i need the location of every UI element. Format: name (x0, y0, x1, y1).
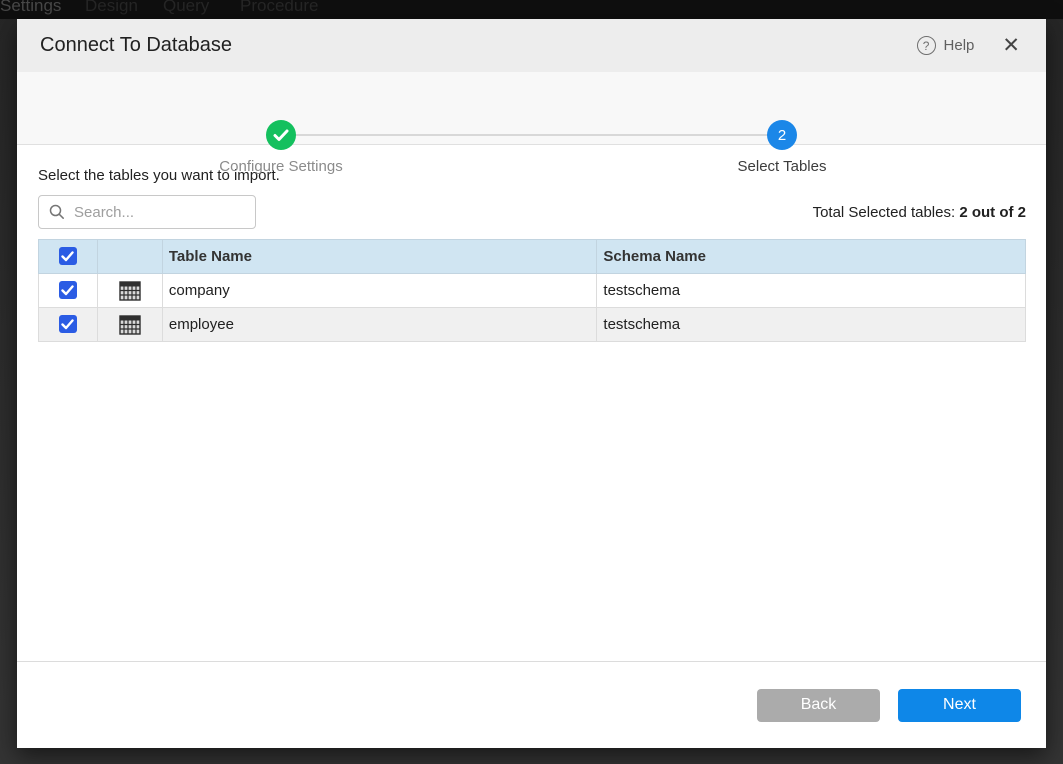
search-box[interactable] (38, 195, 256, 229)
header-table-name: Table Name (162, 240, 597, 274)
close-icon[interactable]: ✕ (1002, 35, 1020, 56)
table-header-row: Table Name Schema Name (39, 240, 1026, 274)
table-row[interactable]: employee testschema (39, 308, 1026, 342)
row-icon-cell (97, 308, 162, 342)
selection-summary-prefix: Total Selected tables: (813, 204, 960, 221)
menu-item-design[interactable]: Design (85, 0, 138, 16)
step-2-label: Select Tables (672, 158, 892, 175)
step-1-complete-icon[interactable] (266, 120, 296, 150)
step-1-label: Configure Settings (171, 158, 391, 175)
row-schema-name: testschema (597, 274, 1026, 308)
row-icon-cell (97, 274, 162, 308)
wizard-stepper: 2 Configure Settings Select Tables (17, 72, 1046, 145)
dialog-title: Connect To Database (40, 34, 917, 57)
dialog-header: Connect To Database ? Help ✕ (17, 19, 1046, 72)
table-grid-icon (119, 315, 141, 335)
checkmark-icon (61, 251, 74, 262)
menu-item-settings[interactable]: Settings (0, 0, 61, 16)
table-grid-icon (119, 281, 141, 301)
selection-summary: Total Selected tables: 2 out of 2 (813, 204, 1026, 221)
step-2-number-icon[interactable]: 2 (767, 120, 797, 150)
header-icon-cell (97, 240, 162, 274)
help-icon: ? (917, 36, 936, 55)
help-label: Help (944, 37, 975, 54)
row-checkbox[interactable] (59, 281, 77, 299)
stepper-connector-line (281, 134, 782, 136)
checkmark-icon (61, 285, 74, 296)
table-row[interactable]: company testschema (39, 274, 1026, 308)
search-icon (49, 204, 65, 220)
back-button[interactable]: Back (757, 689, 880, 722)
header-schema-name: Schema Name (597, 240, 1026, 274)
next-button[interactable]: Next (898, 689, 1021, 722)
dialog-body: Select the tables you want to import. To… (17, 145, 1046, 661)
background-menubar: Settings Design Query Procedure (0, 0, 1063, 19)
dialog-footer: Back Next (17, 661, 1046, 748)
row-checkbox[interactable] (59, 315, 77, 333)
row-checkbox-cell (39, 308, 98, 342)
help-button[interactable]: ? Help (917, 36, 975, 55)
menu-item-query[interactable]: Query (163, 0, 209, 16)
row-checkbox-cell (39, 274, 98, 308)
menu-item-procedure[interactable]: Procedure (240, 0, 318, 16)
tables-list: Table Name Schema Name (38, 239, 1026, 342)
header-checkbox-cell (39, 240, 98, 274)
connect-to-database-dialog: Connect To Database ? Help ✕ 2 Configure… (17, 19, 1046, 748)
row-table-name: company (162, 274, 597, 308)
search-input[interactable] (74, 204, 234, 221)
checkmark-icon (61, 319, 74, 330)
select-all-checkbox[interactable] (59, 247, 77, 265)
row-schema-name: testschema (597, 308, 1026, 342)
checkmark-icon (273, 129, 289, 142)
row-table-name: employee (162, 308, 597, 342)
selection-summary-count: 2 out of 2 (959, 204, 1026, 221)
